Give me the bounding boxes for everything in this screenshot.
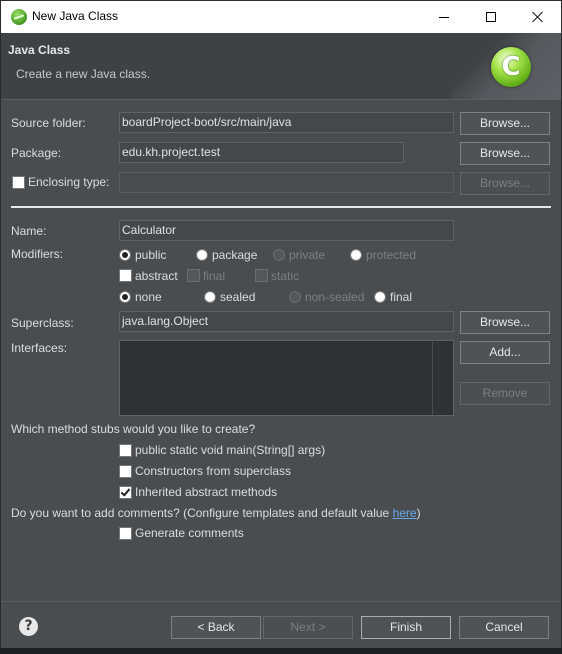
modifier-private-label: private xyxy=(289,248,326,262)
package-input[interactable]: edu.kh.project.test xyxy=(119,142,404,163)
stub-inherited-abstract-label: Inherited abstract methods xyxy=(135,485,278,499)
maximize-icon xyxy=(486,12,496,22)
java-class-icon: C xyxy=(491,47,531,87)
modifier-package-radio[interactable] xyxy=(196,249,208,261)
modifier-static-checkbox[interactable] xyxy=(255,269,268,282)
maximize-button[interactable] xyxy=(468,1,514,33)
modifier-static-label: static xyxy=(271,269,300,283)
class-badge-letter: C xyxy=(501,52,521,82)
comments-question-text: Do you want to add comments? (Configure … xyxy=(11,506,393,520)
method-stubs-question: Which method stubs would you like to cre… xyxy=(11,422,256,436)
close-button[interactable] xyxy=(515,1,561,33)
help-icon[interactable]: ? xyxy=(19,617,38,636)
sealing-non-sealed-label: non-sealed xyxy=(305,290,365,304)
superclass-label: Superclass: xyxy=(11,316,74,330)
title-bar[interactable]: New Java Class xyxy=(1,1,561,33)
modifier-protected-label: protected xyxy=(366,248,417,262)
enclosing-type-input[interactable] xyxy=(119,172,454,193)
new-java-class-dialog: New Java Class Java Class Create a new J… xyxy=(0,0,562,654)
stub-constructors-label: Constructors from superclass xyxy=(135,464,292,478)
close-icon xyxy=(532,11,544,23)
interfaces-list[interactable] xyxy=(119,340,454,416)
background-strip xyxy=(0,648,562,654)
enclosing-type-checkbox[interactable] xyxy=(12,176,25,189)
configure-templates-link[interactable]: here xyxy=(393,506,417,520)
minimize-icon xyxy=(439,16,449,18)
modifier-private-radio[interactable] xyxy=(273,249,285,261)
modifier-abstract-label: abstract xyxy=(135,269,178,283)
package-browse-button[interactable]: Browse... xyxy=(460,142,550,165)
stub-main-checkbox[interactable] xyxy=(119,444,132,457)
cancel-button[interactable]: Cancel xyxy=(459,616,549,639)
wizard-description: Create a new Java class. xyxy=(16,67,151,81)
superclass-browse-button[interactable]: Browse... xyxy=(460,311,550,334)
comments-question: Do you want to add comments? (Configure … xyxy=(11,506,421,520)
source-folder-browse-button[interactable]: Browse... xyxy=(460,112,550,135)
package-label: Package: xyxy=(11,146,62,160)
modifier-public-label: public xyxy=(135,248,167,262)
stub-main-label: public static void main(String[] args) xyxy=(135,443,326,457)
sealing-final-radio[interactable] xyxy=(374,291,386,303)
window-title: New Java Class xyxy=(32,9,119,23)
source-folder-label: Source folder: xyxy=(11,116,86,130)
sealing-non-sealed-radio[interactable] xyxy=(289,291,301,303)
interfaces-label: Interfaces: xyxy=(11,341,68,355)
enclosing-type-label: Enclosing type: xyxy=(28,175,110,189)
comments-question-suffix: ) xyxy=(416,506,421,520)
sealing-none-label: none xyxy=(135,290,162,304)
sealing-none-radio[interactable] xyxy=(119,291,131,303)
modifier-final-label: final xyxy=(203,269,226,283)
name-label: Name: xyxy=(11,224,47,238)
wizard-title: Java Class xyxy=(8,43,71,57)
superclass-input[interactable]: java.lang.Object xyxy=(119,311,454,332)
remove-interface-button[interactable]: Remove xyxy=(460,382,550,405)
sealing-sealed-label: sealed xyxy=(220,290,256,304)
wizard-header: Java Class Create a new Java class. C xyxy=(1,33,561,100)
modifier-package-label: package xyxy=(212,248,258,262)
next-button[interactable]: Next > xyxy=(263,616,353,639)
source-folder-input[interactable]: boardProject-boot/src/main/java xyxy=(119,112,454,133)
enclosing-type-browse-button[interactable]: Browse... xyxy=(460,172,550,195)
modifier-final-checkbox[interactable] xyxy=(187,269,200,282)
generate-comments-label: Generate comments xyxy=(135,526,244,540)
interfaces-list-scrollbar[interactable] xyxy=(432,341,453,415)
modifiers-label: Modifiers: xyxy=(11,247,64,261)
footer-separator xyxy=(1,601,561,602)
class-name-input[interactable]: Calculator xyxy=(119,220,454,241)
add-interface-button[interactable]: Add... xyxy=(460,341,550,364)
modifier-abstract-checkbox[interactable] xyxy=(119,269,132,282)
finish-button[interactable]: Finish xyxy=(361,616,451,639)
generate-comments-checkbox[interactable] xyxy=(119,527,132,540)
modifier-protected-radio[interactable] xyxy=(350,249,362,261)
section-separator xyxy=(11,206,551,208)
sealing-sealed-radio[interactable] xyxy=(204,291,216,303)
sealing-final-label: final xyxy=(390,290,413,304)
eclipse-app-icon xyxy=(11,9,27,25)
back-button[interactable]: < Back xyxy=(171,616,261,639)
modifier-public-radio[interactable] xyxy=(119,249,131,261)
minimize-button[interactable] xyxy=(421,1,467,33)
stub-inherited-abstract-checkbox[interactable] xyxy=(119,486,132,499)
stub-constructors-checkbox[interactable] xyxy=(119,465,132,478)
